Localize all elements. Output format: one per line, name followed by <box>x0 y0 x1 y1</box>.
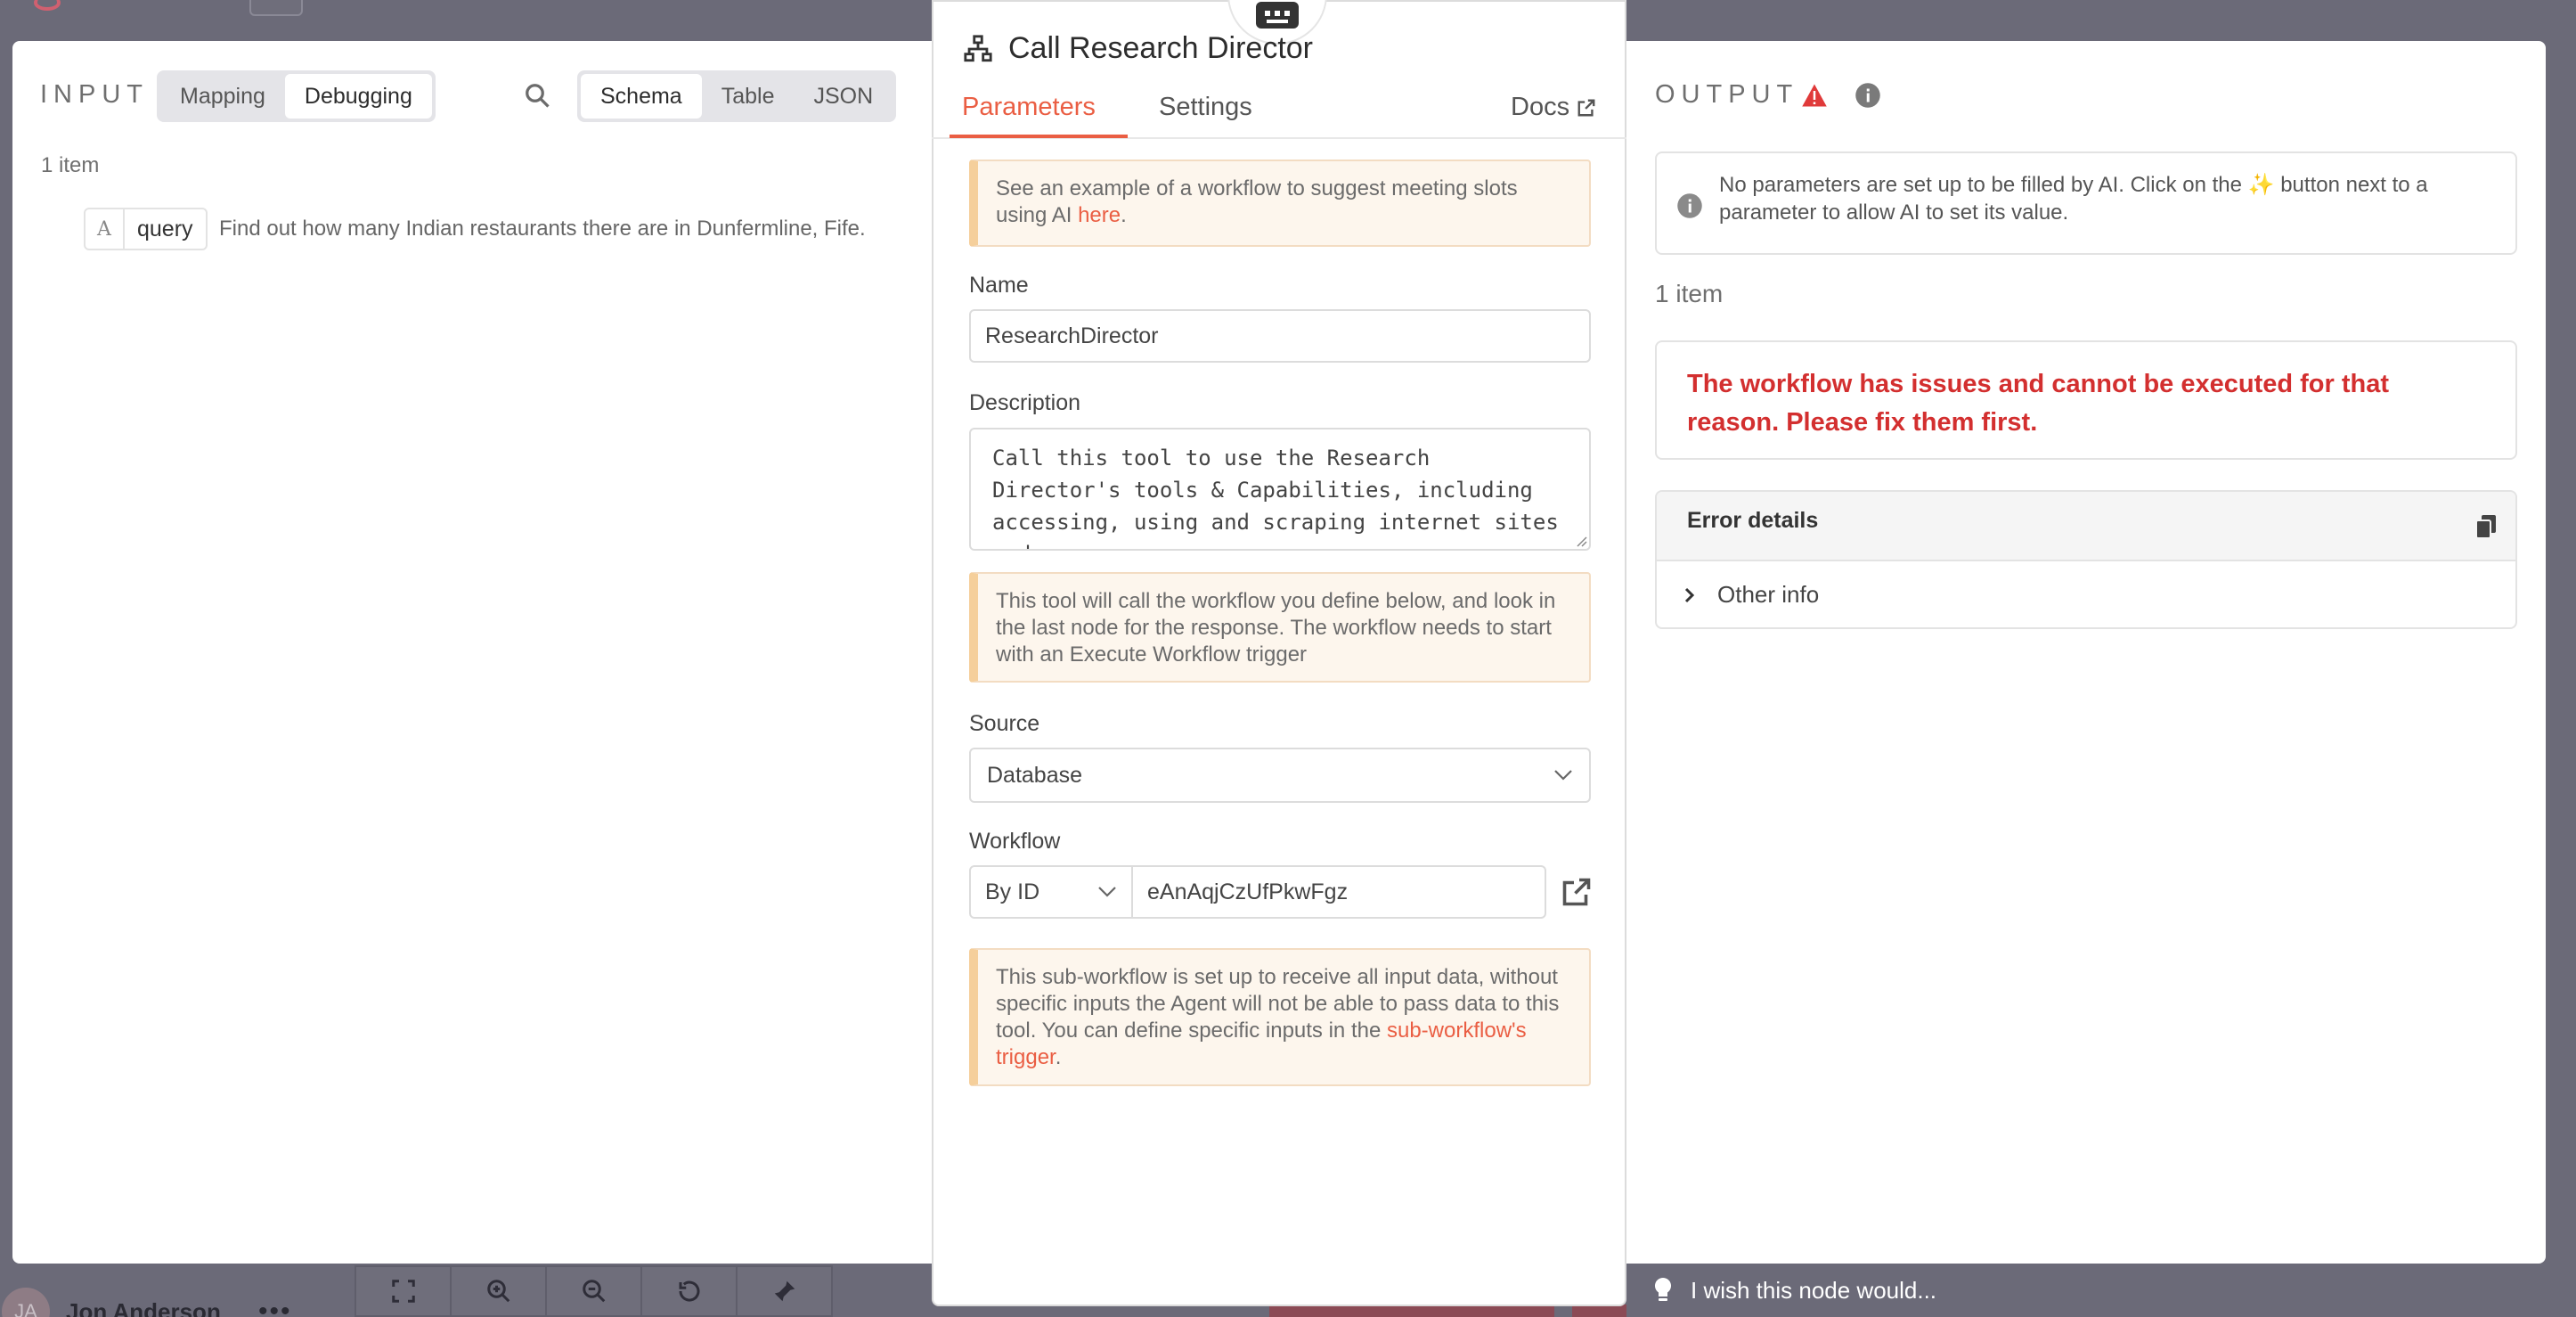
canvas-execute-button-edge <box>1269 1305 1554 1317</box>
workflow-label: Workflow <box>969 829 1061 854</box>
info-icon <box>1677 193 1702 218</box>
workflow-id-input[interactable]: eAnAqjCzUfPkwFgz <box>1133 865 1546 919</box>
string-type-icon: A <box>86 209 125 249</box>
resize-handle-icon[interactable] <box>1575 535 1587 547</box>
error-details-title: Error details <box>1687 508 1819 533</box>
source-label: Source <box>969 711 1040 736</box>
example-notice-suffix: . <box>1121 203 1127 227</box>
sub-workflow-notice-suffix: . <box>1055 1045 1062 1069</box>
source-select[interactable]: Database <box>969 748 1591 803</box>
docs-label: Docs <box>1511 93 1570 121</box>
tab-parameters[interactable]: Parameters <box>962 93 1096 122</box>
json-tab[interactable]: JSON <box>794 74 893 119</box>
tab-settings[interactable]: Settings <box>1159 93 1252 122</box>
feedback-bar[interactable]: I wish this node would... <box>1626 1264 2517 1317</box>
external-link-icon <box>1577 99 1595 116</box>
sub-workflow-notice: This sub-workflow is set up to receive a… <box>969 948 1591 1086</box>
canvas-toolbar <box>355 1265 833 1317</box>
debugging-tab[interactable]: Debugging <box>284 74 432 119</box>
warning-icon <box>1802 84 1827 107</box>
docs-link[interactable]: Docs <box>1511 93 1596 122</box>
name-input[interactable]: ResearchDirector <box>969 309 1591 363</box>
source-value: Database <box>987 762 1083 788</box>
schema-field-pill[interactable]: A query <box>84 208 208 250</box>
example-notice: See an example of a workflow to suggest … <box>969 160 1591 247</box>
other-info-toggle[interactable]: Other info <box>1683 581 1819 609</box>
tidy-up-icon <box>736 1265 833 1317</box>
input-mode-switch: Mapping Debugging <box>157 70 436 122</box>
feedback-text: I wish this node would... <box>1691 1276 1937 1304</box>
error-message: The workflow has issues and cannot be ex… <box>1655 340 2517 460</box>
user-name: Jon Anderson <box>66 1297 221 1317</box>
lightbulb-icon <box>1654 1278 1672 1301</box>
chevron-right-icon <box>1684 587 1695 602</box>
chevron-down-icon <box>1098 887 1116 897</box>
field-value: Find out how many Indian restaurants the… <box>219 217 866 241</box>
example-notice-text: See an example of a workflow to suggest … <box>996 176 1518 227</box>
zoom-out-icon <box>545 1265 642 1317</box>
description-textarea[interactable]: Call this tool to use the Research Direc… <box>969 428 1591 551</box>
workflow-mode-select[interactable]: By ID <box>969 865 1133 919</box>
output-items-count: 1 item <box>1655 280 1724 307</box>
schema-tab[interactable]: Schema <box>581 74 702 119</box>
description-label: Description <box>969 390 1081 415</box>
field-name: query <box>137 216 193 241</box>
output-panel-title: OUTPUT <box>1655 80 1799 109</box>
name-label: Name <box>969 273 1029 298</box>
error-details-panel: Error details Other info <box>1655 490 2517 629</box>
open-workflow-icon[interactable] <box>1561 876 1593 908</box>
workflow-mode-value: By ID <box>985 879 1040 904</box>
example-link[interactable]: here <box>1078 203 1121 227</box>
avatar: JA <box>2 1288 50 1317</box>
copy-icon[interactable] <box>2476 515 2496 538</box>
node-title[interactable]: Call Research Director <box>1008 31 1313 66</box>
ai-parameters-notice: No parameters are set up to be filled by… <box>1655 151 2517 255</box>
canvas-top-button <box>249 0 303 16</box>
workflow-selector: By ID eAnAqjCzUfPkwFgz <box>969 865 1593 919</box>
sitemap-icon <box>964 35 992 62</box>
chevron-down-icon <box>1554 770 1572 781</box>
reset-zoom-icon <box>640 1265 738 1317</box>
user-more-icon: ••• <box>258 1297 292 1317</box>
app-logo-icon <box>34 0 61 11</box>
fit-view-icon <box>355 1265 452 1317</box>
info-icon[interactable] <box>1855 82 1881 109</box>
search-icon[interactable] <box>524 82 550 109</box>
input-view-switch: Schema Table JSON <box>577 70 897 122</box>
zoom-in-icon <box>450 1265 547 1317</box>
error-details-header: Error details <box>1657 492 2515 561</box>
sparkle-icon: ✨ <box>2247 173 2275 197</box>
ai-notice-text: No parameters are set up to be filled by… <box>1719 173 2248 197</box>
tool-notice: This tool will call the workflow you def… <box>969 572 1591 683</box>
mapping-tab[interactable]: Mapping <box>160 74 285 119</box>
user-menu: JA Jon Anderson <box>2 1288 221 1317</box>
robot-icon <box>1256 2 1299 29</box>
active-tab-indicator <box>950 135 1128 138</box>
input-panel-title: INPUT <box>40 80 149 109</box>
input-items-count: 1 item <box>41 153 100 177</box>
other-info-label: Other info <box>1717 581 1820 608</box>
node-tabs: Parameters Settings Docs <box>932 82 1626 139</box>
table-tab[interactable]: Table <box>702 74 795 119</box>
